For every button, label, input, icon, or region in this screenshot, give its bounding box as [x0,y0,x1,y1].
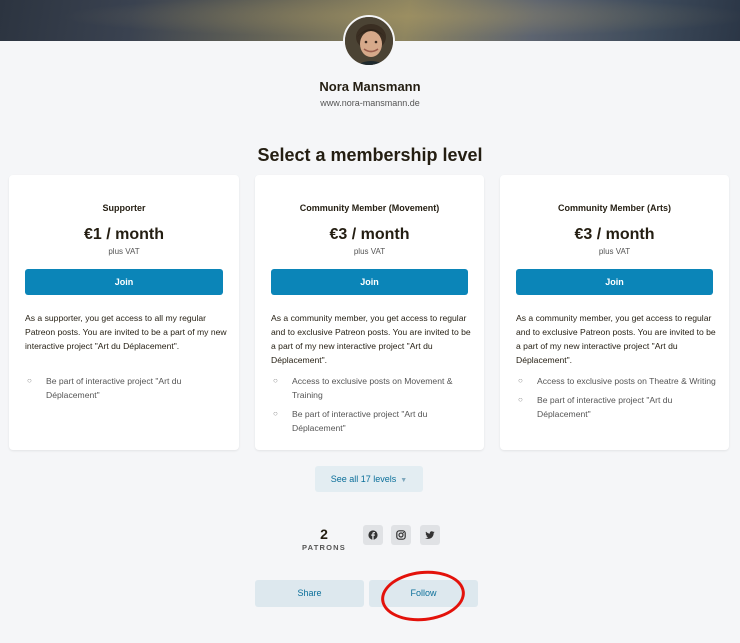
tier-name: Community Member (Movement) [299,203,440,213]
tier-price: €1 / month [83,226,164,243]
bullet-icon: ○ [273,376,278,385]
facebook-icon [368,530,378,540]
creator-name: Nora Mansmann [319,79,421,94]
tier-price: €3 / month [329,226,410,243]
benefit-item: ○ Be part of interactive project "Art du… [516,393,717,421]
tier-card-arts: Community Member (Arts) €3 / month plus … [500,175,729,450]
join-button[interactable]: Join [271,269,468,295]
twitter-link[interactable] [420,525,440,545]
tier-vat: plus VAT [108,247,140,256]
patron-label: PATRONS [302,543,346,552]
tier-description: As a community member, you get access to… [516,313,716,365]
benefit-text: Access to exclusive posts on Movement & … [292,376,453,400]
facebook-link[interactable] [363,525,383,545]
bullet-icon: ○ [27,376,32,385]
bullet-icon: ○ [273,409,278,418]
benefit-list: ○ Access to exclusive posts on Theatre &… [516,374,717,426]
tier-vat: plus VAT [353,247,386,256]
benefit-text: Access to exclusive posts on Theatre & W… [537,376,716,386]
bullet-icon: ○ [518,376,523,385]
benefit-list: ○ Be part of interactive project "Art du… [25,374,227,407]
tier-name: Community Member (Arts) [557,203,671,213]
join-button[interactable]: Join [25,269,223,295]
twitter-icon [425,531,435,539]
benefit-item: ○ Be part of interactive project "Art du… [25,374,227,402]
avatar-photo [345,17,393,65]
tier-vat: plus VAT [598,247,631,256]
avatar[interactable] [343,15,395,67]
benefit-item: ○ Be part of interactive project "Art du… [271,407,472,435]
benefit-text: Be part of interactive project "Art du D… [537,395,673,419]
tier-card-movement: Community Member (Movement) €3 / month p… [255,175,484,450]
instagram-icon [396,530,406,540]
annotation-circle [378,566,468,626]
tier-card-supporter: Supporter €1 / month plus VAT Join As a … [9,175,239,450]
see-all-levels-button[interactable]: See all 17 levels ▼ [315,466,423,492]
bullet-icon: ○ [518,395,523,404]
benefit-list: ○ Access to exclusive posts on Movement … [271,374,472,440]
tier-price: €3 / month [574,226,655,243]
creator-url[interactable]: www.nora-mansmann.de [0,98,740,108]
see-all-label: See all 17 levels [330,474,397,484]
tier-description: As a community member, you get access to… [271,313,471,365]
section-title: Select a membership level [257,145,483,165]
benefit-item: ○ Access to exclusive posts on Movement … [271,374,472,402]
tier-description: As a supporter, you get access to all my… [25,313,227,351]
join-button[interactable]: Join [516,269,713,295]
benefit-text: Be part of interactive project "Art du D… [46,376,182,400]
patron-count: 2 [320,526,328,542]
chevron-down-icon: ▼ [400,477,408,484]
tier-name: Supporter [102,203,146,213]
instagram-link[interactable] [391,525,411,545]
benefit-text: Be part of interactive project "Art du D… [292,409,428,433]
benefit-item: ○ Access to exclusive posts on Theatre &… [516,374,717,388]
share-button[interactable]: Share [255,580,364,607]
